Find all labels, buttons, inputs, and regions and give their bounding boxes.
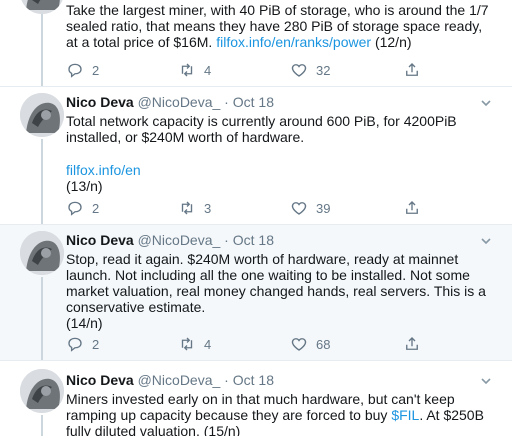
tweet-header: Nico Deva @NicoDeva_ · Oct 18 [66, 231, 274, 249]
tweet-actions: 2 4 68 [66, 335, 426, 353]
avatar[interactable] [20, 0, 64, 14]
reply-icon [68, 201, 82, 216]
tweet-link[interactable]: filfox.info/en [66, 162, 141, 178]
tweet-text-content: Stop, read it again. $240M worth of hard… [66, 251, 486, 315]
tweet-actions: 2 4 32 [66, 61, 426, 79]
author-name[interactable]: Nico Deva [66, 232, 134, 248]
tweet-13[interactable]: Nico Deva @NicoDeva_ · Oct 18 Total netw… [0, 87, 512, 224]
thread-line [41, 139, 43, 224]
reply-count: 2 [92, 200, 100, 216]
heart-icon [291, 202, 307, 215]
share-icon [406, 201, 418, 214]
share-button[interactable] [403, 199, 421, 217]
author-name[interactable]: Nico Deva [66, 372, 134, 388]
avatar[interactable] [20, 93, 64, 137]
thread-view: Take the largest miner, with 40 PiB of s… [0, 0, 512, 436]
share-button[interactable] [403, 61, 421, 79]
tweet-date[interactable]: Oct 18 [233, 232, 274, 248]
retweet-icon [181, 201, 193, 215]
like-count: 68 [316, 336, 331, 352]
author-handle[interactable]: @NicoDeva_ [138, 232, 221, 248]
tweet-link[interactable]: filfox.info/en/ranks/power [216, 34, 371, 50]
like-button[interactable]: 68 [290, 335, 330, 353]
chevron-down-icon[interactable] [478, 373, 494, 389]
author-name[interactable]: Nico Deva [66, 94, 134, 110]
tweet-14[interactable]: Nico Deva @NicoDeva_ · Oct 18 Stop, read… [0, 225, 512, 360]
tweet-text: Miners invested early on in that much ha… [66, 391, 496, 436]
retweet-count: 4 [204, 336, 212, 352]
chevron-down-icon[interactable] [478, 233, 494, 249]
thread-line [41, 14, 43, 86]
retweet-button[interactable]: 3 [178, 199, 211, 217]
tweet-text: Stop, read it again. $240M worth of hard… [66, 251, 496, 331]
reply-button[interactable]: 2 [66, 335, 99, 353]
author-handle[interactable]: @NicoDeva_ [138, 372, 221, 388]
like-count: 32 [316, 62, 331, 78]
like-button[interactable]: 32 [290, 61, 330, 79]
tweet-text-suffix: (13/n) [66, 178, 103, 194]
tweet-text-suffix: (14/n) [66, 315, 103, 331]
separator-dot: · [224, 94, 229, 110]
retweet-count: 4 [204, 62, 212, 78]
tweet-text: Take the largest miner, with 40 PiB of s… [66, 2, 496, 50]
thread-line [41, 277, 43, 360]
like-count: 39 [316, 200, 331, 216]
share-icon [406, 337, 418, 350]
thread-line [41, 415, 43, 436]
tweet-15[interactable]: Nico Deva @NicoDeva_ · Oct 18 Miners inv… [0, 361, 512, 436]
reply-count: 2 [92, 336, 100, 352]
author-handle[interactable]: @NicoDeva_ [138, 94, 221, 110]
tweet-text: Total network capacity is currently arou… [66, 113, 496, 194]
heart-icon [291, 64, 307, 77]
share-button[interactable] [403, 335, 421, 353]
retweet-button[interactable]: 4 [178, 61, 211, 79]
avatar[interactable] [20, 231, 64, 275]
reply-button[interactable]: 2 [66, 61, 99, 79]
like-button[interactable]: 39 [290, 199, 330, 217]
tweet-date[interactable]: Oct 18 [233, 372, 274, 388]
tweet-date[interactable]: Oct 18 [233, 94, 274, 110]
tweet-actions: 2 3 39 [66, 199, 426, 217]
share-icon [406, 63, 418, 76]
reply-icon [68, 63, 82, 78]
retweet-icon [181, 63, 193, 77]
heart-icon [291, 338, 307, 351]
retweet-count: 3 [204, 200, 212, 216]
cashtag-link[interactable]: $FIL [391, 407, 419, 423]
avatar[interactable] [20, 369, 64, 413]
separator-dot: · [224, 232, 229, 248]
tweet-text-content: Total network capacity is currently arou… [66, 113, 457, 145]
separator-dot: · [224, 372, 229, 388]
reply-button[interactable]: 2 [66, 199, 99, 217]
retweet-button[interactable]: 4 [178, 335, 211, 353]
tweet-12[interactable]: Take the largest miner, with 40 PiB of s… [0, 0, 512, 86]
tweet-header: Nico Deva @NicoDeva_ · Oct 18 [66, 371, 274, 389]
retweet-icon [181, 337, 193, 351]
tweet-header: Nico Deva @NicoDeva_ · Oct 18 [66, 93, 274, 111]
reply-icon [68, 337, 82, 352]
chevron-down-icon[interactable] [478, 95, 494, 111]
tweet-text-suffix: (12/n) [371, 34, 412, 50]
reply-count: 2 [92, 62, 100, 78]
